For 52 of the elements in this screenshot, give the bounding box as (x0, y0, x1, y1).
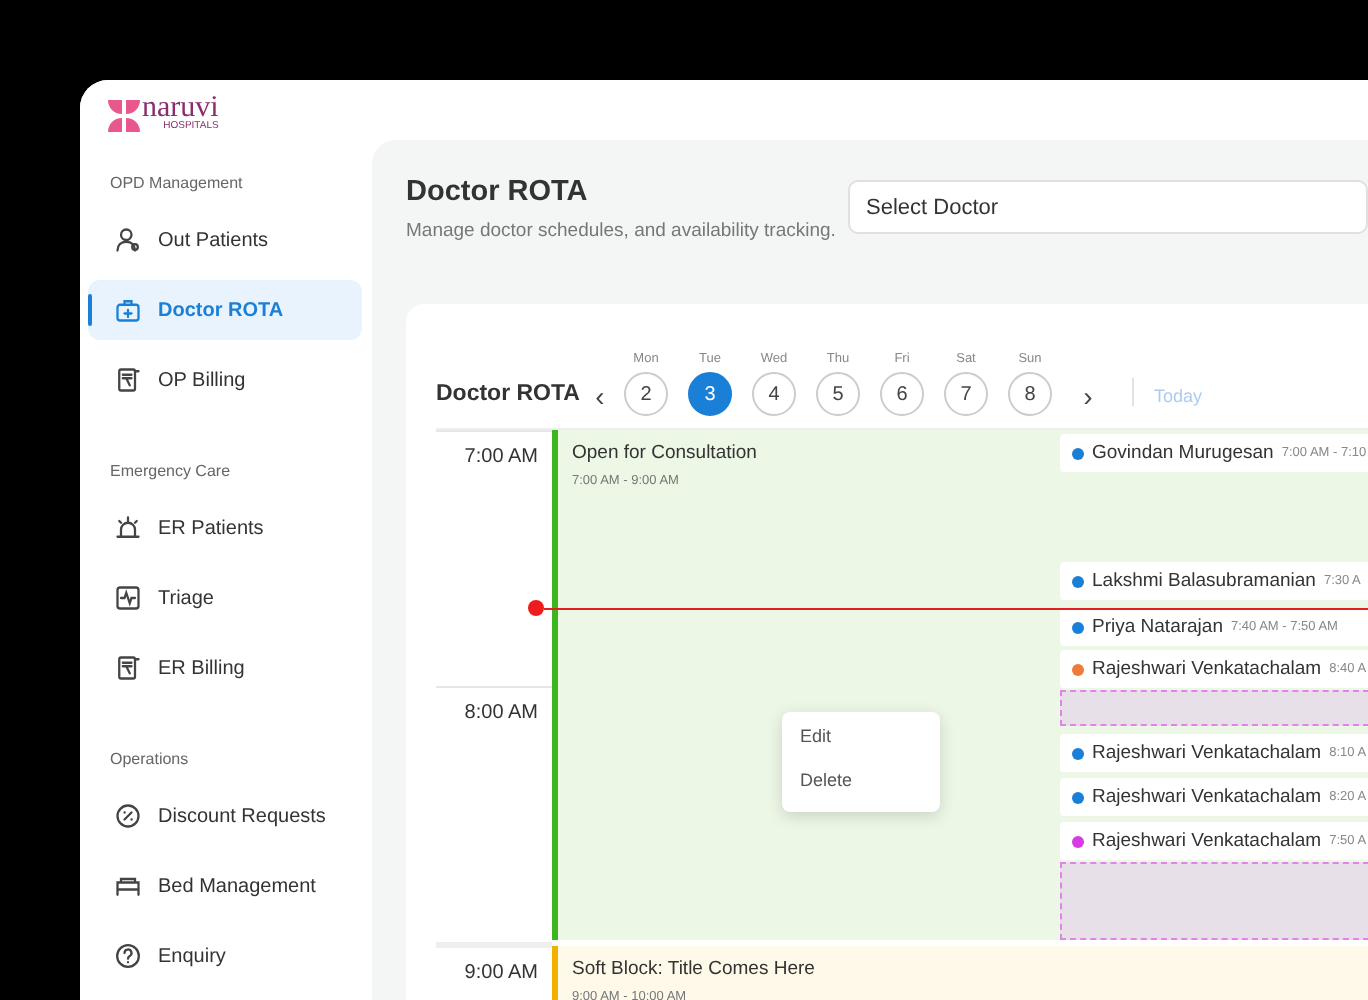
block-title: Open for Consultation (572, 442, 757, 464)
next-week-button[interactable]: › (1068, 382, 1108, 410)
patient-name: Rajeshwari Venkatachalam (1092, 658, 1322, 680)
sidebar-item[interactable]: ER Patients (88, 498, 362, 558)
date-button[interactable]: 8 (1008, 372, 1052, 416)
section-heading: Emergency Care (108, 462, 233, 480)
hour-label: 9:00 AM (464, 962, 538, 984)
menu-item[interactable]: Delete (782, 762, 940, 806)
blocked-slot[interactable] (1060, 862, 1368, 940)
date-button[interactable]: 5 (816, 372, 860, 416)
date-button[interactable]: 7 (944, 372, 988, 416)
patient-name: Govindan Murugesan (1092, 442, 1274, 464)
date-button[interactable]: 4 (752, 372, 796, 416)
sidebar-item[interactable]: Doctor ROTA (88, 280, 362, 340)
section-heading: OPD Management (108, 174, 245, 192)
patient-name: Lakshmi Balasubramanian (1092, 570, 1316, 592)
calendar-title: Doctor ROTA (436, 382, 580, 406)
patient-name: Rajeshwari Venkatachalam (1092, 830, 1322, 852)
date-button[interactable]: 3 (688, 372, 732, 416)
logo-wordmark: naruvi (142, 96, 219, 120)
bed-icon (114, 872, 142, 900)
percent-badge-icon (114, 802, 142, 830)
date-button[interactable]: 6 (880, 372, 924, 416)
patient-name: Rajeshwari Venkatachalam (1092, 742, 1322, 764)
sidebar-item[interactable]: Bed Management (88, 856, 362, 916)
patient-name: Rajeshwari Venkatachalam (1092, 786, 1322, 808)
sidebar-item[interactable]: Enquiry (88, 926, 362, 986)
sidebar-item[interactable]: ER Billing (88, 638, 362, 698)
question-icon (114, 942, 142, 970)
sidebar-item[interactable]: Discount Requests (88, 786, 362, 846)
page-title: Doctor ROTA (406, 176, 590, 208)
doctor-select[interactable]: Select Doctor (848, 180, 1368, 234)
section-heading: Operations (108, 750, 191, 768)
bill-icon (114, 366, 142, 394)
previous-week-button[interactable]: ‹ (580, 382, 620, 410)
menu-item[interactable]: Edit (782, 718, 940, 762)
medical-bag-icon (114, 296, 142, 324)
sidebar-item[interactable]: OP Billing (88, 350, 362, 410)
block-title: Soft Block: Title Comes Here (572, 958, 815, 980)
page-subtitle: Manage doctor schedules, and availability tracking. (406, 220, 838, 242)
heartbeat-icon (114, 584, 142, 612)
blocked-slot[interactable] (1060, 690, 1368, 726)
bill-icon (114, 654, 142, 682)
hour-label: 8:00 AM (464, 702, 538, 724)
siren-icon (114, 514, 142, 542)
sidebar-item[interactable]: Triage (88, 568, 362, 628)
hour-label: 7:00 AM (464, 446, 538, 468)
person-icon (114, 226, 142, 254)
patient-name: Priya Natarajan (1092, 616, 1223, 638)
sidebar-item[interactable]: Out Patients (88, 210, 362, 270)
flower-logo-icon (108, 100, 140, 132)
date-button[interactable]: 2 (624, 372, 668, 416)
